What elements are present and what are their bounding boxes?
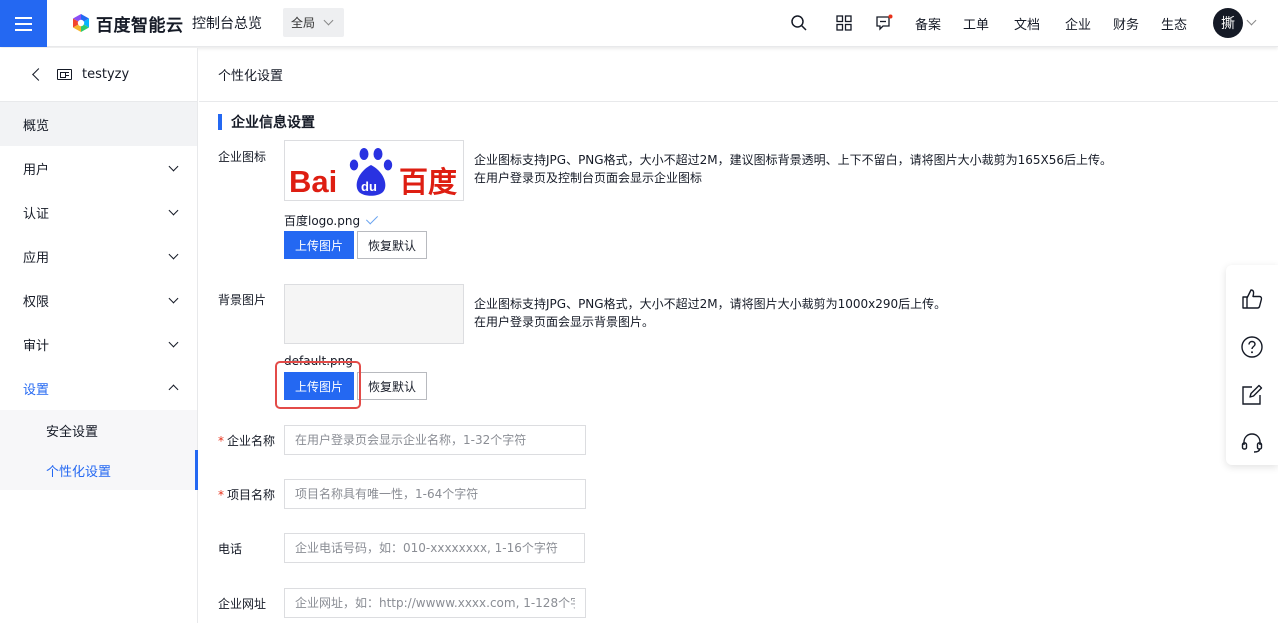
baidu-logo-image: Bai du 百度 [289, 148, 457, 199]
help-icon[interactable] [1240, 335, 1264, 359]
background-hint-line1: 企业图标支持JPG、PNG格式，大小不超过2M，请将图片大小裁剪为1000x29… [474, 297, 947, 311]
phone-label: 电话 [218, 542, 243, 556]
project-name-label: * 项目名称 [218, 488, 276, 502]
sidebar-item-label: 设置 [23, 382, 50, 398]
message-icon[interactable] [875, 14, 893, 32]
svg-text:du: du [361, 179, 377, 194]
logo-preview: Bai du 百度 [284, 140, 464, 201]
required-mark: * [218, 434, 224, 448]
phone-input[interactable] [284, 533, 585, 563]
svg-text:Bai: Bai [289, 164, 337, 199]
company-name-label: * 企业名称 [218, 434, 276, 448]
sidebar-item-settings[interactable]: 设置 [0, 366, 197, 410]
logo-hint: 企业图标支持JPG、PNG格式，大小不超过2M，建议图标背景透明、上下不留白，请… [474, 151, 1112, 187]
edit-icon[interactable] [1240, 383, 1264, 407]
logo-upload-button[interactable]: 上传图片 [284, 231, 354, 259]
background-preview [284, 284, 464, 344]
logo-filename: 百度logo.png [284, 212, 379, 229]
chevron-down-icon [323, 15, 334, 26]
region-select[interactable]: 全局 [283, 8, 344, 37]
chevron-down-icon [168, 249, 179, 260]
section-marker [218, 114, 222, 130]
background-hint-line2: 在用户登录页面会显示背景图片。 [474, 315, 655, 329]
sidebar-item-apps[interactable]: 应用 [0, 234, 197, 278]
sidebar-subitem-personalization[interactable]: 个性化设置 [0, 450, 198, 490]
sidebar-item-label: 概览 [23, 118, 50, 134]
console-title[interactable]: 控制台总览 [192, 13, 262, 33]
company-name-input[interactable] [284, 425, 586, 455]
settings-submenu: 安全设置 个性化设置 [0, 410, 198, 490]
nav-link-ecosystem[interactable]: 生态 [1161, 14, 1187, 33]
background-reset-button[interactable]: 恢复默认 [357, 372, 427, 400]
highlight-box [275, 361, 361, 409]
logo-label: 企业图标 [218, 150, 267, 164]
website-label: 企业网址 [218, 597, 267, 611]
breadcrumb: 个性化设置 [199, 48, 1278, 102]
sidebar-item-permissions[interactable]: 权限 [0, 278, 197, 322]
required-mark: * [218, 488, 224, 502]
website-input[interactable] [284, 588, 586, 618]
chevron-down-icon[interactable] [1246, 15, 1257, 26]
cloud-logo-icon [73, 14, 89, 32]
sidebar-subitem-security-settings[interactable]: 安全设置 [0, 410, 197, 450]
logo-filename-text: 百度logo.png [284, 214, 361, 228]
brand-name: 百度智能云 [96, 15, 184, 36]
sidebar-item-auth[interactable]: 认证 [0, 190, 197, 234]
headset-icon[interactable] [1240, 431, 1264, 455]
sidebar-item-label: 审计 [23, 338, 50, 354]
chevron-down-icon [168, 293, 179, 304]
chevron-down-icon [168, 205, 179, 216]
sidebar-item-label: 应用 [23, 250, 50, 266]
nav-link-filing[interactable]: 备案 [915, 14, 941, 33]
section-title-text: 企业信息设置 [231, 115, 315, 131]
nav-link-tickets[interactable]: 工单 [963, 14, 989, 33]
sidebar-item-label: 权限 [23, 294, 50, 310]
nav-link-docs[interactable]: 文档 [1014, 14, 1040, 33]
breadcrumb-current: 个性化设置 [218, 69, 284, 84]
sidebar-subitem-label: 安全设置 [46, 424, 99, 440]
sidebar-header: testyzy [0, 48, 197, 102]
project-card-icon [57, 69, 72, 80]
nav-link-finance[interactable]: 财务 [1113, 14, 1139, 33]
sidebar: testyzy 概览 用户 认证 应用 权限 审计 设置 安全设置 个性化设置 [0, 48, 198, 623]
background-label: 背景图片 [218, 293, 267, 307]
thumbs-up-icon[interactable] [1240, 287, 1264, 311]
logo-reset-button[interactable]: 恢复默认 [357, 231, 427, 259]
project-name: testyzy [82, 67, 130, 82]
chevron-down-icon [168, 337, 179, 348]
nav-link-enterprise[interactable]: 企业 [1065, 14, 1091, 33]
avatar[interactable]: 撕 [1213, 8, 1243, 38]
sidebar-item-label: 认证 [23, 206, 50, 222]
floating-toolbar [1226, 265, 1278, 465]
search-icon[interactable] [790, 14, 808, 32]
svg-text:百度: 百度 [399, 165, 457, 199]
sidebar-item-users[interactable]: 用户 [0, 146, 197, 190]
sidebar-subitem-label: 个性化设置 [46, 464, 112, 480]
sidebar-item-label: 用户 [23, 162, 50, 178]
brand-logo[interactable]: 百度智能云 [71, 11, 184, 36]
section-title: 企业信息设置 [218, 113, 315, 131]
check-icon [366, 212, 379, 225]
project-name-input[interactable] [284, 479, 586, 509]
sidebar-item-audit[interactable]: 审计 [0, 322, 197, 366]
main-content: 个性化设置 企业信息设置 企业图标 Bai du 百度 企业图标支持JPG、PN… [199, 48, 1278, 623]
chevron-down-icon [168, 161, 179, 172]
apps-grid-icon[interactable] [835, 14, 853, 32]
back-arrow-icon[interactable] [32, 68, 45, 81]
region-value: 全局 [291, 16, 316, 30]
background-hint: 企业图标支持JPG、PNG格式，大小不超过2M，请将图片大小裁剪为1000x29… [474, 295, 946, 331]
logo-hint-line2: 在用户登录页及控制台页面会显示企业图标 [474, 171, 703, 185]
top-navbar: 百度智能云 控制台总览 全局 备案 工单 文档 企业 财务 生态 撕 [0, 0, 1278, 47]
logo-hint-line1: 企业图标支持JPG、PNG格式，大小不超过2M，建议图标背景透明、上下不留白，请… [474, 153, 1112, 167]
menu-icon[interactable] [0, 0, 47, 47]
sidebar-item-overview[interactable]: 概览 [0, 102, 197, 146]
chevron-up-icon [168, 384, 179, 395]
